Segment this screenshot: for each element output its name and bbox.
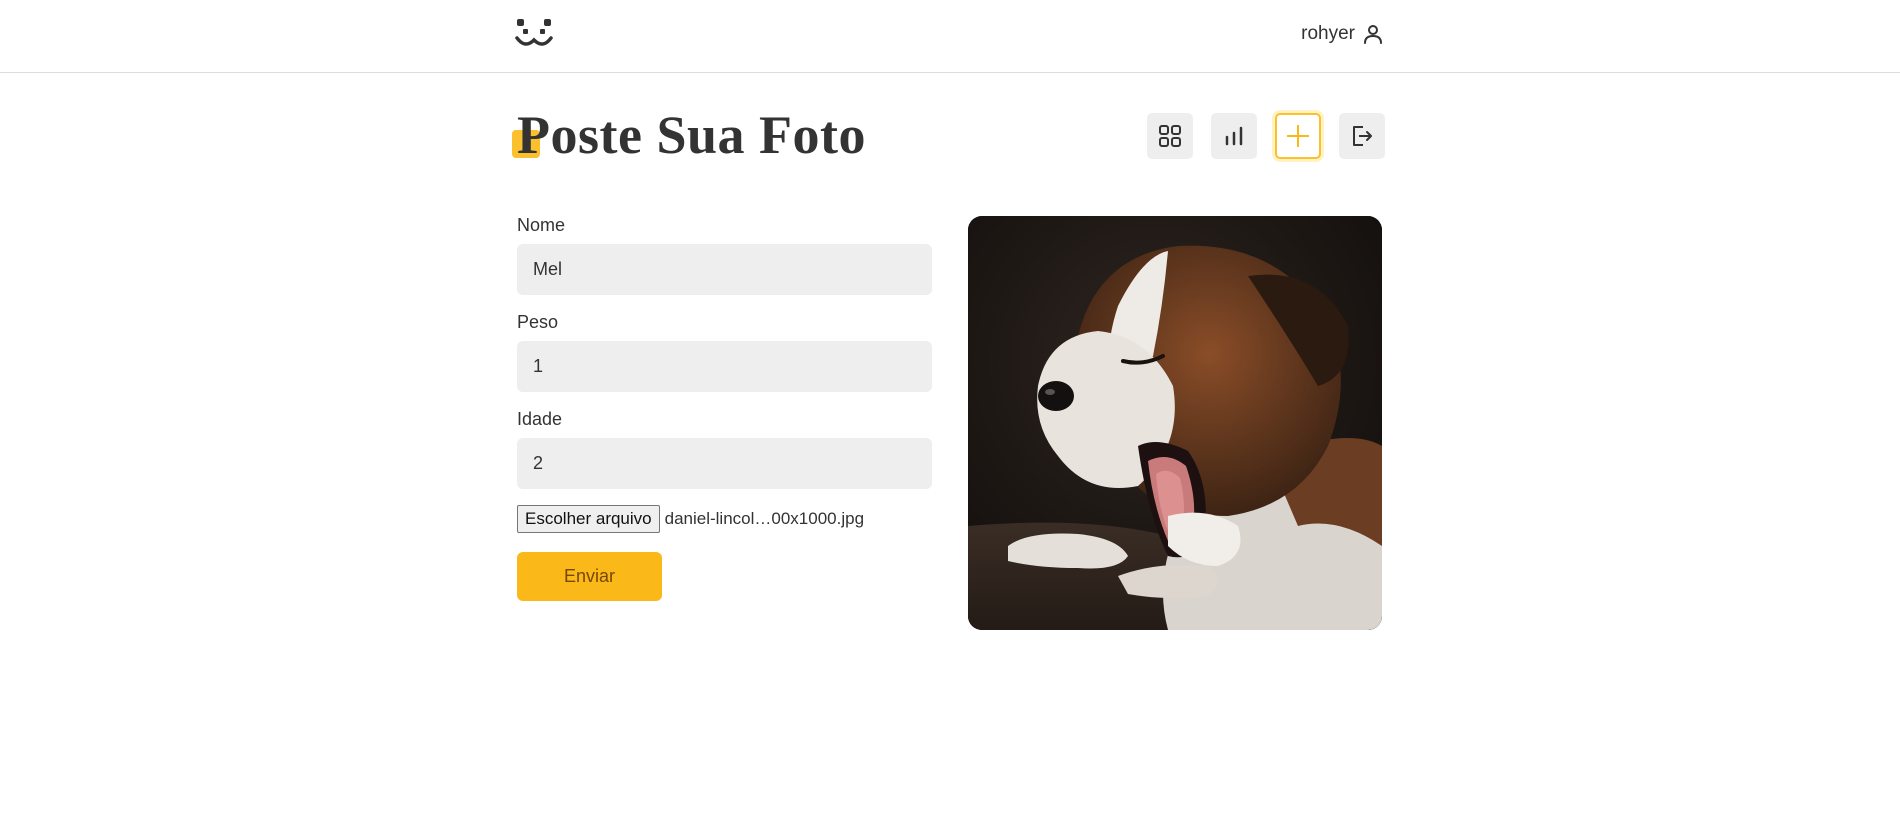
post-photo-form: Nome Peso Idade Escolher arquivo daniel-… [517, 214, 932, 601]
yawning-puppy-photo [968, 216, 1382, 630]
photo-preview [968, 216, 1382, 630]
file-picker: Escolher arquivo daniel-lincol…00x1000.j… [517, 505, 932, 533]
weight-field-label: Peso [517, 312, 559, 332]
choose-file-button[interactable]: Escolher arquivo [517, 505, 660, 533]
post-photo-nav-button[interactable] [1275, 113, 1321, 159]
username-label: rohyer [1301, 23, 1355, 44]
page-title-wrapper: Poste Sua Foto [512, 100, 866, 170]
name-input[interactable] [517, 244, 932, 295]
selected-file-name: daniel-lincol…00x1000.jpg [664, 509, 865, 528]
submit-button[interactable]: Enviar [517, 552, 662, 601]
grid-icon [1159, 125, 1181, 147]
account-nav [1147, 113, 1385, 159]
statistics-nav-button[interactable] [1211, 113, 1257, 159]
logout-icon [1353, 126, 1372, 146]
user-icon [1364, 25, 1382, 44]
my-photos-nav-button[interactable] [1147, 113, 1193, 159]
bar-chart-icon [1225, 126, 1243, 146]
top-header: rohyer [0, 0, 1900, 73]
user-account-link[interactable]: rohyer [1301, 22, 1385, 46]
name-field-label: Nome [517, 215, 566, 235]
age-input[interactable] [517, 438, 932, 489]
dog-face-logo-icon[interactable] [514, 16, 554, 52]
page-title: Poste Sua Foto [517, 105, 866, 165]
age-field-label: Idade [517, 409, 563, 429]
weight-input[interactable] [517, 341, 932, 392]
logout-nav-button[interactable] [1339, 113, 1385, 159]
plus-icon [1287, 125, 1309, 147]
